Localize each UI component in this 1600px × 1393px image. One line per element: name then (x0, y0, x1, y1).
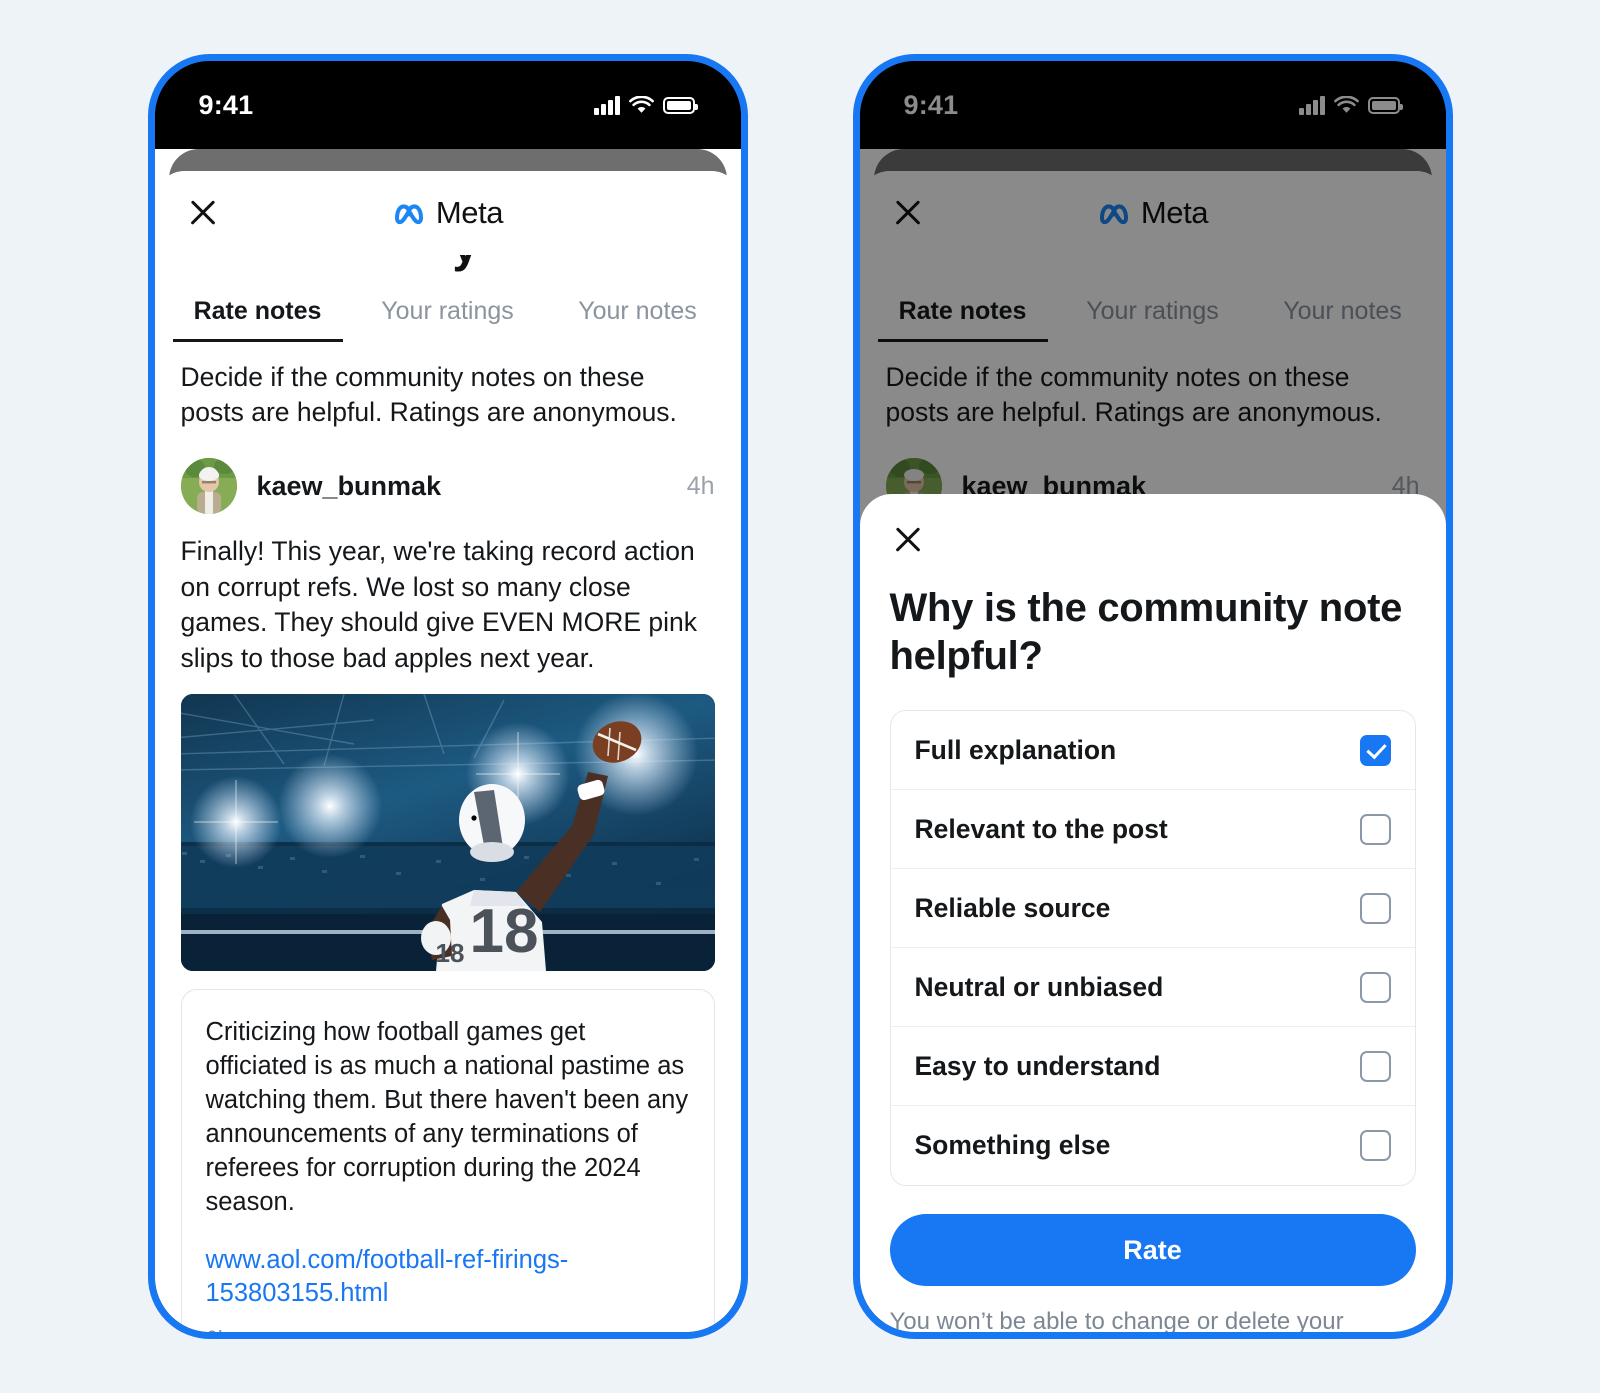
rate-button[interactable]: Rate (889, 1214, 1416, 1286)
app-container-right: Meta Rate notes Your ratings Your notes … (859, 149, 1446, 1332)
phone-right: 9:41 Meta Rate notes Your ratings Your n… (852, 54, 1453, 1339)
checkbox-icon[interactable] (1359, 971, 1391, 1003)
option-label: Relevant to the post (914, 813, 1168, 844)
option-full-explanation[interactable]: Full explanation (890, 711, 1415, 790)
tab-your-notes[interactable]: Your notes (543, 285, 733, 342)
football-player-stadium-photo: 18 18 (180, 694, 715, 972)
status-time: 9:41 (198, 89, 254, 120)
community-note-card: Criticizing how football games get offic… (180, 989, 715, 1332)
post-image[interactable]: 18 18 (180, 694, 715, 972)
wifi-icon (628, 95, 654, 113)
post-header: kaew_bunmak 4h (180, 436, 715, 524)
checkbox-checked-icon[interactable] (1359, 734, 1391, 766)
option-easy-to-understand[interactable]: Easy to understand (890, 1027, 1415, 1106)
svg-text:18: 18 (469, 897, 538, 966)
checkbox-icon[interactable] (1359, 892, 1391, 924)
status-time: 9:41 (903, 89, 959, 120)
modal-title: Why is the community note helpful? (889, 586, 1403, 678)
status-icons (594, 95, 698, 115)
status-bar-right: 9:41 (859, 61, 1446, 149)
checkbox-icon[interactable] (1359, 1130, 1391, 1161)
option-label: Easy to understand (914, 1050, 1161, 1081)
post-timestamp: 4h (686, 471, 715, 500)
rating-disclaimer: You won’t be able to change or delete yo… (889, 1308, 1344, 1332)
battery-icon (1367, 96, 1403, 114)
option-label: Reliable source (914, 892, 1111, 923)
community-note-link[interactable]: www.aol.com/football-ref-firings-1538031… (206, 1244, 690, 1310)
brand-name: Meta (435, 195, 504, 230)
option-label: Something else (914, 1130, 1111, 1160)
svg-text:18: 18 (435, 938, 464, 968)
phone-left-screen: 9:41 Meta Rate notes Your ratings Your n… (154, 61, 741, 1332)
post: kaew_bunmak 4h Finally! This year, we're… (155, 436, 741, 1332)
phone-right-screen: 9:41 Meta Rate notes Your ratings Your n… (859, 61, 1446, 1332)
option-relevant-to-the-post[interactable]: Relevant to the post (890, 790, 1415, 869)
wifi-icon (1333, 95, 1359, 113)
brand-lockup: Meta (155, 195, 741, 231)
close-icon[interactable] (185, 195, 221, 231)
reason-options-list: Full explanation Relevant to the post Re… (889, 710, 1416, 1186)
tab-bar-left: Rate notes Your ratings Your notes (155, 285, 741, 342)
avatar-image (180, 458, 237, 515)
close-icon[interactable] (890, 522, 926, 558)
option-reliable-source[interactable]: Reliable source (890, 869, 1415, 948)
signal-bars-icon (1299, 95, 1325, 115)
app-container-left: Meta y Rate notes Your ratings Your note… (154, 149, 741, 1332)
tab-rate-notes[interactable]: Rate notes (163, 285, 353, 342)
app-header-left: Meta (154, 171, 741, 255)
option-label: Neutral or unbiased (914, 971, 1164, 1002)
option-something-else[interactable]: Something else (891, 1106, 1415, 1185)
option-label: Full explanation (914, 734, 1117, 765)
checkbox-icon[interactable] (1359, 1050, 1391, 1082)
status-icons (1299, 95, 1403, 115)
user-avatar[interactable] (180, 458, 237, 515)
scrolled-text-remnant: y (154, 255, 741, 285)
community-note-text: Criticizing how football games get offic… (205, 1018, 689, 1216)
rating-reason-modal: Why is the community note helpful? Full … (859, 494, 1446, 1332)
option-neutral-or-unbiased[interactable]: Neutral or unbiased (890, 948, 1415, 1027)
instruction-blurb: Decide if the community notes on these p… (180, 362, 677, 428)
post-author[interactable]: kaew_bunmak (257, 471, 442, 502)
battery-icon (662, 96, 698, 114)
phone-left: 9:41 Meta Rate notes Your ratings Your n… (147, 54, 748, 1339)
meta-infinity-logo-icon (394, 204, 423, 225)
community-note-timestamp: 6h (206, 1326, 690, 1332)
checkbox-icon[interactable] (1359, 813, 1391, 845)
screenshot-stage: 9:41 Meta Rate notes Your ratings Your n… (0, 0, 1600, 1393)
status-bar-left: 9:41 (154, 61, 741, 149)
post-text: Finally! This year, we're taking record … (180, 536, 698, 673)
tab-your-ratings[interactable]: Your ratings (353, 285, 543, 342)
app-sheet-left: Meta y Rate notes Your ratings Your note… (154, 171, 741, 1332)
signal-bars-icon (594, 95, 620, 115)
app-content-left: Rate notes Your ratings Your notes Decid… (154, 285, 741, 1332)
